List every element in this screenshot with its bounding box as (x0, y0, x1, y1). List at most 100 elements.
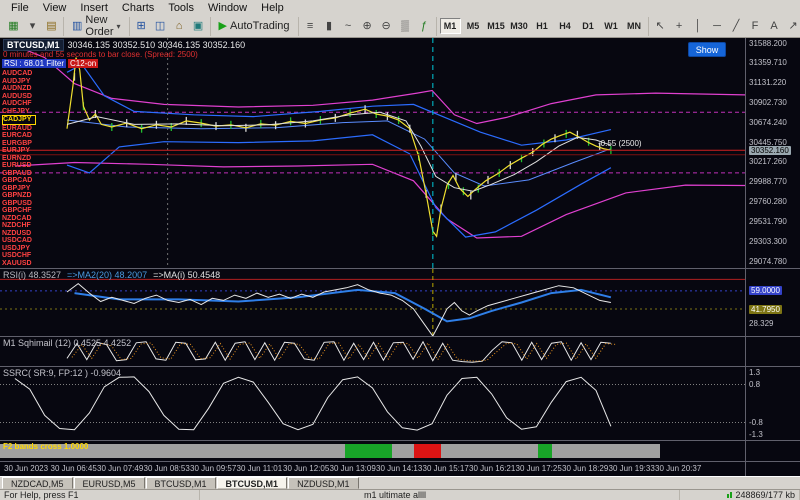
timeframe-mn-button[interactable]: MN (624, 18, 645, 34)
symbol-item-euraud[interactable]: EURAUD (2, 125, 46, 133)
menu-file[interactable]: File (4, 2, 36, 14)
ssrc-pane-label: SSRC( SR:9, FP:12 ) -0.9604 (3, 368, 121, 378)
symbol-item-audusd[interactable]: AUDUSD (2, 93, 46, 101)
time-axis-label[interactable]: 30 Jun 2023 (4, 464, 48, 473)
time-axis-label[interactable]: 30 Jun 19:33 (609, 464, 655, 473)
timeframe-m5-button[interactable]: M5 (463, 18, 484, 34)
menu-charts[interactable]: Charts (115, 2, 161, 14)
menu-insert[interactable]: Insert (73, 2, 115, 14)
menu-tools[interactable]: Tools (161, 2, 201, 14)
symbol-item-nzdusd[interactable]: NZDUSD (2, 230, 46, 238)
symbol-item-audnzd[interactable]: AUDNZD (2, 85, 46, 93)
symbol-item-gbpnzd[interactable]: GBPNZD (2, 192, 46, 200)
symbol-item-nzdchf[interactable]: NZDCHF (2, 222, 46, 230)
tile-windows-icon[interactable]: ▒ (397, 18, 414, 35)
timeframe-h4-button[interactable]: H4 (555, 18, 576, 34)
rsi-axis-label: 59.0000 (749, 286, 782, 295)
candlestick-chart-icon[interactable]: ▮ (321, 18, 338, 35)
time-axis-label[interactable]: 30 Jun 14:13 (376, 464, 422, 473)
vertical-line-icon[interactable]: │ (690, 18, 707, 35)
navigator-icon[interactable]: ⌂ (171, 18, 188, 35)
crosshair-icon[interactable]: + (671, 18, 688, 35)
time-axis-label[interactable]: 30 Jun 15:17 (423, 464, 469, 473)
timeframe-w1-button[interactable]: W1 (601, 18, 622, 34)
trendline-icon[interactable]: ╱ (728, 18, 745, 35)
symbol-item-eurusd[interactable]: EURUSD (2, 162, 46, 170)
time-axis-label[interactable]: 30 Jun 20:37 (655, 464, 701, 473)
time-axis-label[interactable]: 30 Jun 07:49 (97, 464, 143, 473)
symbol-item-gbpchf[interactable]: GBPCHF (2, 207, 46, 215)
price-axis[interactable]: 31588.20031359.71031131.22030902.7303067… (745, 38, 800, 476)
timeframe-m1-button[interactable]: M1 (440, 18, 461, 34)
timeframe-m15-button[interactable]: M15 (486, 18, 507, 34)
chart-list-icon[interactable]: ▾ (24, 18, 41, 35)
zoom-in-icon[interactable]: ⊕ (359, 18, 376, 35)
symbol-item-eurcad[interactable]: EURCAD (2, 132, 46, 140)
symbol-item-gbpjpy[interactable]: GBPJPY (2, 185, 46, 193)
new-chart-icon[interactable]: ▦ (5, 18, 22, 35)
new-order-button[interactable]: ▥New Order▾ (67, 18, 126, 35)
horizontal-line-icon[interactable]: ─ (709, 18, 726, 35)
time-axis-label[interactable]: 30 Jun 11:01 (237, 464, 283, 473)
symbol-item-usdchf[interactable]: USDCHF (2, 252, 46, 260)
symbol-item-gbpusd[interactable]: GBPUSD (2, 200, 46, 208)
symbol-item-gbpaud[interactable]: GBPAUD (2, 170, 46, 178)
symbol-item-xauusd[interactable]: XAUUSD (2, 260, 46, 268)
menu-help[interactable]: Help (254, 2, 291, 14)
timeframe-m30-button[interactable]: M30 (509, 18, 530, 34)
symbol-item-usdjpy[interactable]: USDJPY (2, 245, 46, 253)
time-axis-label[interactable]: 30 Jun 09:57 (190, 464, 236, 473)
chart-tab-btcusd-m1[interactable]: BTCUSD,M1 (146, 477, 216, 489)
symbol-item-usdcad[interactable]: USDCAD (2, 237, 46, 245)
terminal-icon[interactable]: ▣ (190, 18, 207, 35)
time-axis-label[interactable]: 30 Jun 16:21 (469, 464, 515, 473)
bands-cross-segment (414, 444, 441, 458)
indicators-icon[interactable]: ƒ (416, 18, 433, 35)
bands-cross-pane[interactable]: F2 bands cross 1.0000 (0, 441, 800, 462)
symbol-item-audjpy[interactable]: AUDJPY (2, 78, 46, 86)
time-axis[interactable]: 30 Jun 202330 Jun 06:4530 Jun 07:4930 Ju… (0, 462, 800, 476)
main-chart-pane[interactable]: BTCUSD,M1 30346.135 30352.510 30346.135 … (0, 38, 800, 269)
time-axis-label[interactable]: 30 Jun 12:05 (283, 464, 329, 473)
symbol-item-audchf[interactable]: AUDCHF (2, 100, 46, 108)
chart-tab-eurusd-m5[interactable]: EURUSD,M5 (74, 477, 145, 489)
market-watch-icon[interactable]: ⊞ (133, 18, 150, 35)
zoom-in-icon: ⊕ (362, 21, 371, 32)
symbol-item-nzdcad[interactable]: NZDCAD (2, 215, 46, 223)
chart-tab-btcusd-m1[interactable]: BTCUSD,M1 (217, 477, 288, 489)
text-label-icon[interactable]: A (766, 18, 783, 35)
chart-tab-nzdcad-m5[interactable]: NZDCAD,M5 (2, 477, 73, 489)
timeframe-d1-button[interactable]: D1 (578, 18, 599, 34)
line-chart-icon[interactable]: ~ (340, 18, 357, 35)
symbol-item-audcad[interactable]: AUDCAD (2, 70, 46, 78)
arrows-icon[interactable]: ↗ (785, 18, 800, 35)
symbol-item-gbpcad[interactable]: GBPCAD (2, 177, 46, 185)
squeeze-indicator-pane[interactable]: M1 Sqhimail (12) 0.4525 4.4252 (0, 337, 800, 367)
menu-view[interactable]: View (36, 2, 74, 14)
symbol-item-cadjpy[interactable]: CADJPY (2, 115, 36, 125)
rsi-indicator-pane[interactable]: RSI(i) 48.3527=>MA2(20) 48.2007=>MA(i) 5… (0, 269, 800, 337)
symbol-item-eurnzd[interactable]: EURNZD (2, 155, 46, 163)
ssrc-indicator-pane[interactable]: SSRC( SR:9, FP:12 ) -0.9604 (0, 367, 800, 441)
autotrading-button[interactable]: ▶AutoTrading (214, 18, 295, 35)
symbol-item-eurgbp[interactable]: EURGBP (2, 140, 46, 148)
symbol-item-eurjpy[interactable]: EURJPY (2, 147, 46, 155)
menu-window[interactable]: Window (201, 2, 254, 14)
time-axis-label[interactable]: 30 Jun 18:29 (562, 464, 608, 473)
rsi-filter-badge: RSI : 68.01 Filter (2, 59, 66, 68)
time-axis-label[interactable]: 30 Jun 06:45 (51, 464, 97, 473)
time-axis-label[interactable]: 30 Jun 13:09 (330, 464, 376, 473)
data-window-icon[interactable]: ◫ (152, 18, 169, 35)
show-button[interactable]: Show (688, 42, 726, 57)
profiles-icon[interactable]: ▤ (43, 18, 60, 35)
cursor-icon[interactable]: ↖ (652, 18, 669, 35)
chart-tab-nzdusd-m1[interactable]: NZDUSD,M1 (288, 477, 359, 489)
time-axis-label[interactable]: 30 Jun 08:53 (144, 464, 190, 473)
bar-chart-icon[interactable]: ≡ (302, 18, 319, 35)
bands-pane-label: F2 bands cross 1.0000 (3, 442, 88, 451)
symbol-item-chfjpy[interactable]: CHFJPY (2, 108, 46, 116)
timeframe-h1-button[interactable]: H1 (532, 18, 553, 34)
time-axis-label[interactable]: 30 Jun 17:25 (516, 464, 562, 473)
zoom-out-icon[interactable]: ⊖ (378, 18, 395, 35)
fibonacci-icon[interactable]: F (747, 18, 764, 35)
